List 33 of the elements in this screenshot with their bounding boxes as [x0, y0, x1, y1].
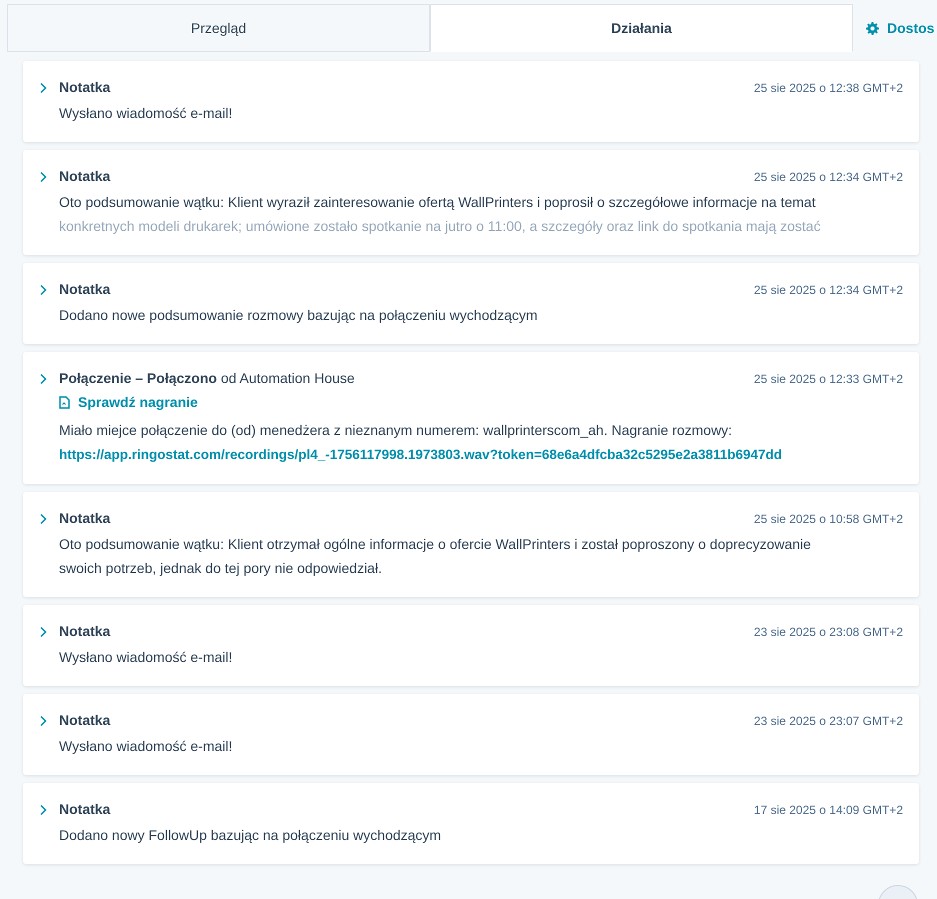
activity-date: 25 sie 2025 o 12:34 GMT+2 [754, 170, 903, 184]
tab[interactable]: Przegląd [7, 4, 430, 52]
activity-date: 17 sie 2025 o 14:09 GMT+2 [754, 802, 903, 816]
note-text: Oto podsumowanie wątku: Klient otrzymał ogólne informacje o ofercie WallPrinters i został poproszony o doprecyzowanie [59, 534, 812, 554]
activity-title: Notatka [59, 712, 110, 728]
note-text: Wysłano wiadomość e-mail! [59, 104, 234, 123]
activity-title: Notatka [59, 510, 110, 526]
activity-title: Notatka [59, 79, 110, 95]
recording-url-link[interactable]: https://app.ringostat.com/recordings/pl4_-1756117998.1973803.wav?token=68e6a4dfcba32c5295e2a3811b6947dd [59, 446, 782, 462]
activity-date: 25 sie 2025 o 12:33 GMT+2 [754, 372, 903, 386]
file-icon [59, 396, 70, 408]
activity-title: Notatka [59, 281, 110, 297]
activity-title: Notatka [59, 622, 110, 638]
note-text: Wysłano wiadomość e-mail! [59, 736, 234, 756]
activity-title: Notatka [59, 168, 110, 184]
tab[interactable]: Działania [430, 4, 853, 52]
call-description: Miało miejce połączenie do (od) menedżera z nieznanym numerem: wallprinterscom_ah. Nagranie rozmowy: https://app.ringostat.com/recordings/pl4_-1756117998.1973803.wav?token=68e6a4dfcba32c5295e2a3811b6947dd [59, 420, 784, 464]
customize-tab[interactable]: Dostos [853, 4, 934, 52]
note-text: Oto podsumowanie wątku: Klient wyraził zainteresowanie ofertą WallPrinters i poprosił o szczegółowe informacje na temat [59, 193, 817, 212]
note-text: Dodano nowy FollowUp bazując na połączeniu wychodzącym [59, 826, 442, 845]
note-text: konkretnych modeli drukarek; umówione zostało spotkanie na jutro o 11:00, a szczegóły oraz link do spotkania mają zostać [59, 217, 822, 236]
activity-title: Połączenie – Połączono od Automation House [59, 370, 355, 386]
gear-icon [866, 22, 879, 34]
note-text: Dodano nowe podsumowanie rozmowy bazując na połączeniu wychodzącym [59, 306, 539, 325]
note-text: swoich potrzeb, jednak do tej pory nie odpowiedział. [59, 558, 383, 578]
activity-date: 23 sie 2025 o 23:08 GMT+2 [754, 624, 903, 638]
activity-date: 23 sie 2025 o 23:07 GMT+2 [754, 714, 903, 728]
activity-title: Notatka [59, 800, 110, 816]
recording-link[interactable]: Sprawdź nagranie [59, 394, 198, 410]
activity-date: 25 sie 2025 o 10:58 GMT+2 [754, 512, 903, 526]
activity-date: 25 sie 2025 o 12:34 GMT+2 [754, 283, 903, 297]
note-text: Wysłano wiadomość e-mail! [59, 648, 234, 667]
activity-date: 25 sie 2025 o 12:38 GMT+2 [754, 81, 903, 95]
